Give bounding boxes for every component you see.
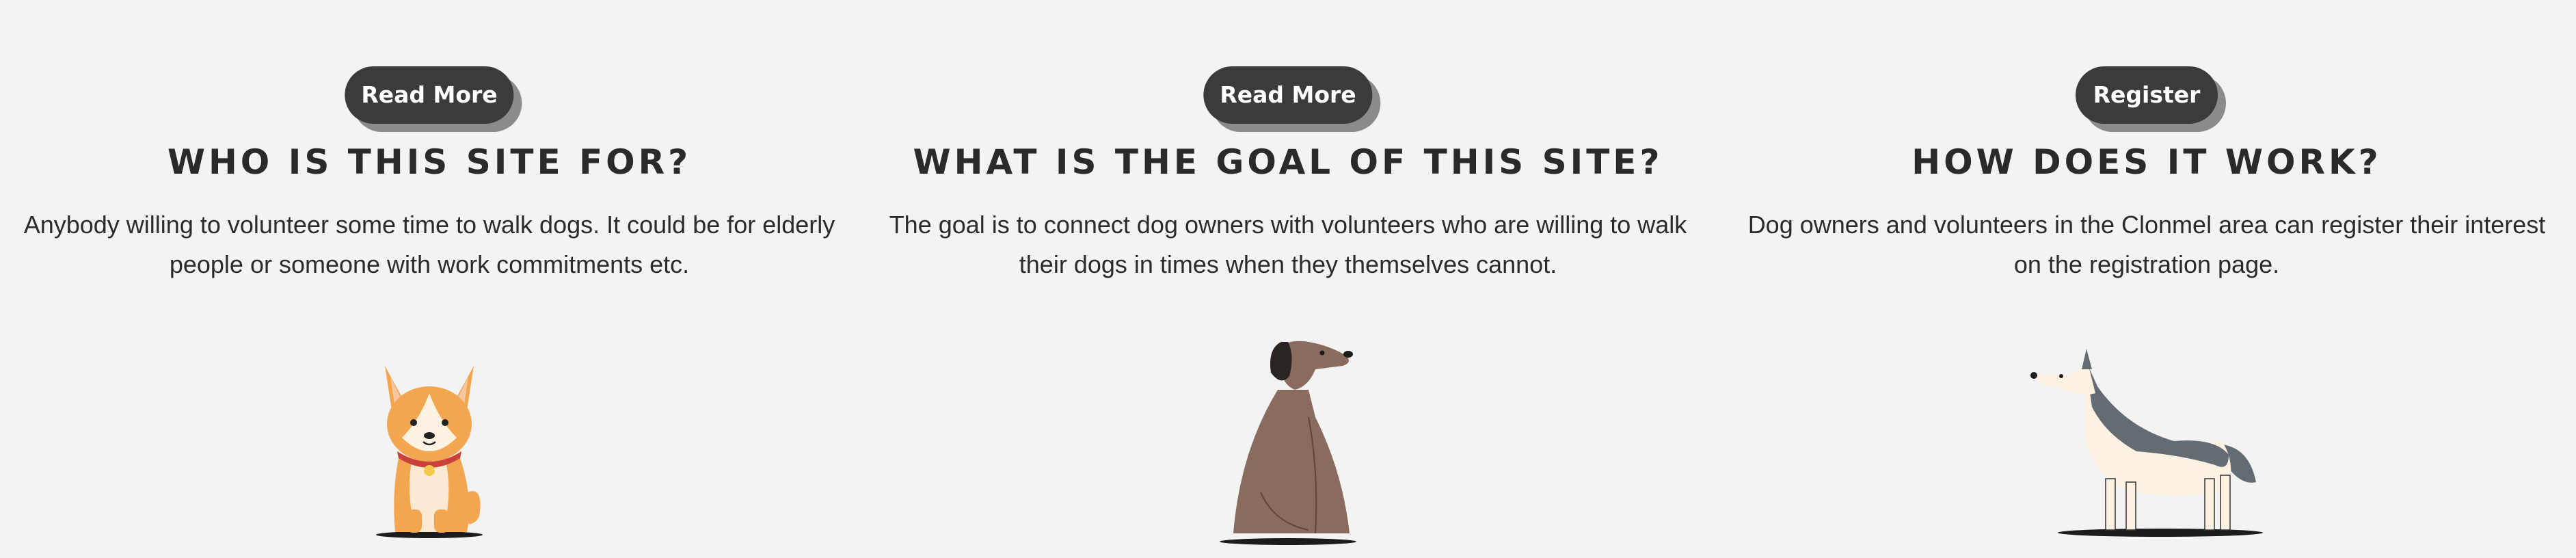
card-description: Dog owners and volunteers in the Clonmel… xyxy=(1747,211,2546,278)
card-goal-of-site: Read More WHAT IS THE GOAL OF THIS SITE?… xyxy=(859,0,1717,558)
card-how-it-works: Register HOW DOES IT WORK? Dog owners an… xyxy=(1717,0,2576,558)
card-who-is-site-for: Read More WHO IS THIS SITE FOR? Anybody … xyxy=(0,0,859,558)
read-more-button[interactable]: Read More xyxy=(345,66,514,124)
card-description: Anybody willing to volunteer some time t… xyxy=(23,211,835,278)
info-section: Read More WHO IS THIS SITE FOR? Anybody … xyxy=(0,0,2576,558)
husky-dog-illustration xyxy=(2030,349,2263,537)
corgi-dog-illustration xyxy=(376,366,483,538)
brown-dog-illustration xyxy=(1220,341,1356,545)
card-title: HOW DOES IT WORK? xyxy=(1911,142,2382,182)
card-description: The goal is to connect dog owners with v… xyxy=(889,211,1687,278)
card-title: WHO IS THIS SITE FOR? xyxy=(167,142,692,182)
card-title: WHAT IS THE GOAL OF THIS SITE? xyxy=(913,142,1663,182)
read-more-button[interactable]: Read More xyxy=(1203,66,1373,124)
register-button[interactable]: Register xyxy=(2076,66,2218,124)
